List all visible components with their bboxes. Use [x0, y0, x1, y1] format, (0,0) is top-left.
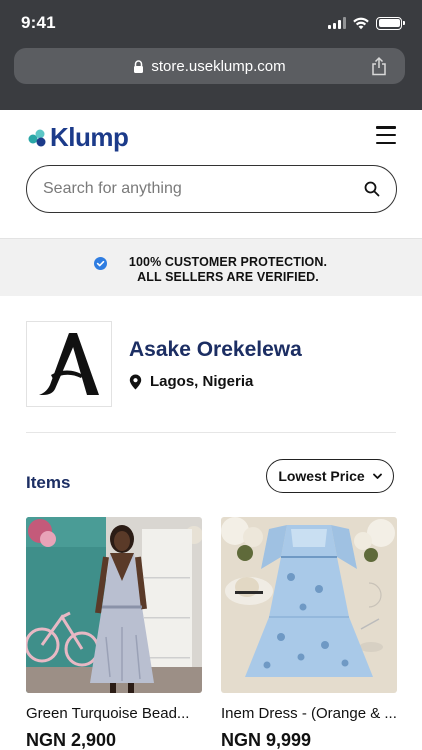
battery-icon	[376, 16, 405, 30]
seller-location-text: Lagos, Nigeria	[150, 373, 254, 390]
location-pin-icon	[129, 374, 142, 389]
wifi-icon	[353, 17, 369, 30]
section-divider	[26, 432, 396, 433]
url-text: store.useklump.com	[151, 57, 286, 75]
sort-dropdown-button[interactable]: Lowest Price	[266, 459, 394, 493]
product-name[interactable]: Inem Dress - (Orange & ...	[221, 705, 397, 722]
logo-text: Klump	[50, 122, 129, 152]
seller-logo-mark	[39, 333, 99, 395]
items-heading: Items	[26, 473, 71, 492]
sort-label: Lowest Price	[278, 468, 365, 484]
product-price: NGN 9,999	[221, 730, 312, 750]
product-card[interactable]: Inem Dress - (Orange & ... NGN 9,999	[221, 517, 397, 750]
product-name[interactable]: Green Turquoise Bead...	[26, 705, 202, 722]
cellular-signal-icon	[328, 17, 346, 29]
product-price: NGN 2,900	[26, 730, 117, 750]
hamburger-menu-icon[interactable]	[376, 126, 396, 144]
app-header: Klump	[0, 110, 422, 160]
search-input[interactable]	[43, 180, 364, 198]
status-icons	[328, 16, 405, 30]
chevron-down-icon	[372, 473, 382, 479]
product-image[interactable]	[26, 517, 202, 693]
address-bar[interactable]: store.useklump.com	[14, 48, 405, 84]
share-icon[interactable]	[371, 56, 387, 76]
browser-chrome: 9:41 store.useklump.com	[0, 0, 422, 110]
logo-mark-icon	[28, 129, 46, 146]
protection-banner: 100% CUSTOMER PROTECTION. ALL SELLERS AR…	[0, 238, 422, 296]
product-card[interactable]: Green Turquoise Bead... NGN 2,900	[26, 517, 202, 750]
search-icon[interactable]	[364, 181, 380, 197]
product-image[interactable]	[221, 517, 397, 693]
protection-banner-text: 100% CUSTOMER PROTECTION. ALL SELLERS AR…	[128, 255, 328, 284]
lock-icon	[134, 59, 144, 73]
seller-location: Lagos, Nigeria	[129, 373, 253, 390]
seller-name: Asake Orekelewa	[129, 338, 302, 361]
klump-logo[interactable]: Klump	[26, 122, 129, 153]
status-bar: 9:41	[0, 0, 422, 44]
verified-check-icon	[94, 257, 107, 270]
seller-logo	[26, 321, 112, 407]
search-bar	[26, 165, 397, 213]
status-time: 9:41	[21, 13, 56, 32]
